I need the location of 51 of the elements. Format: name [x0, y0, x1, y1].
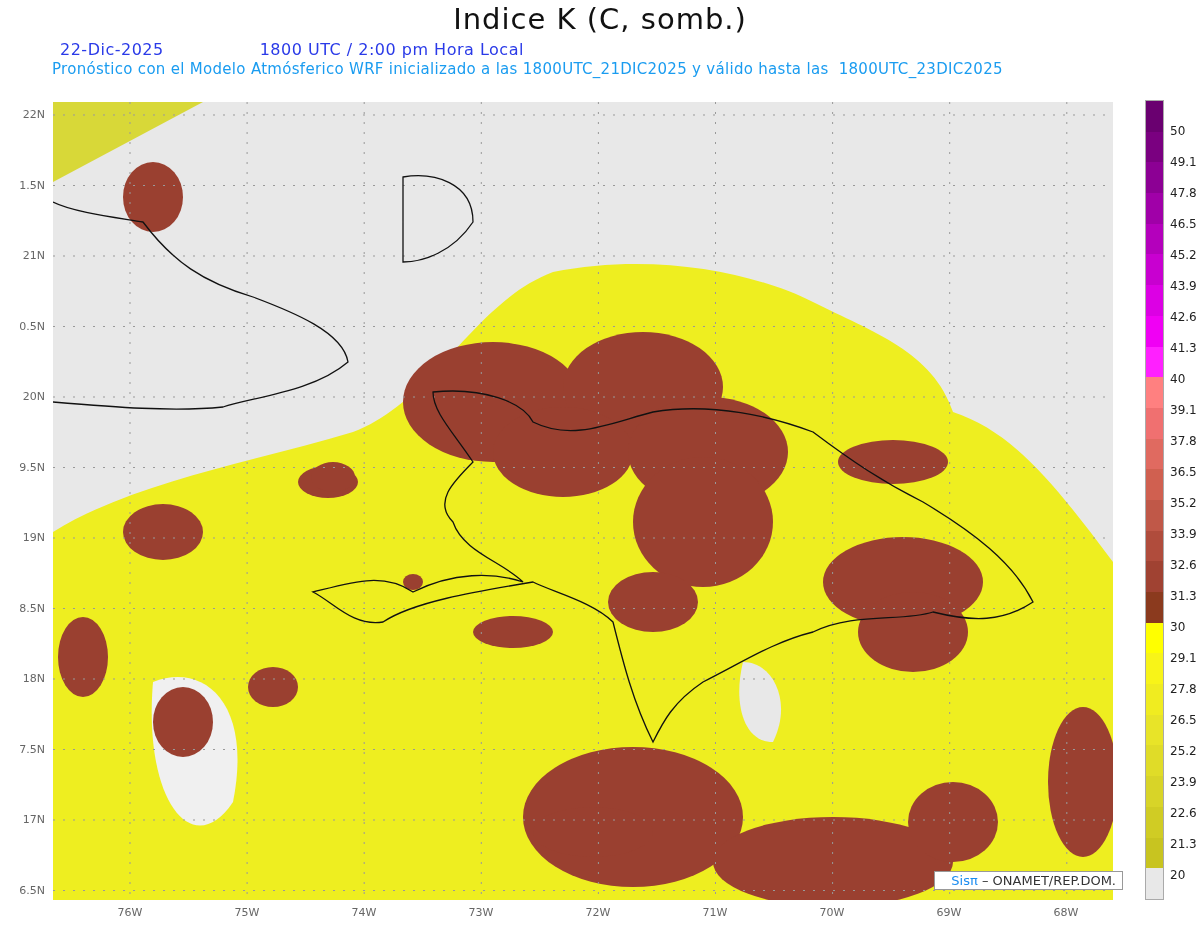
latitude-label: 9.5N — [18, 459, 46, 476]
scale-label: 45.2 — [1170, 247, 1197, 264]
longitude-label: 71W — [701, 906, 729, 919]
scale-label: 22.6 — [1170, 805, 1197, 822]
scale-label: 31.3 — [1170, 588, 1197, 605]
credit-label: Sisπ – ONAMET/REP.DOM. — [934, 871, 1123, 890]
scale-label: 35.2 — [1170, 495, 1197, 512]
latitude-label: 1.5N — [18, 177, 46, 194]
chart-title: Indice K (C, somb.) — [452, 1, 748, 38]
scale-label: 37.8 — [1170, 433, 1197, 450]
latitude-label: 7.5N — [18, 741, 46, 758]
scale-label: 36.5 — [1170, 464, 1197, 481]
scale-label: 23.9 — [1170, 774, 1197, 791]
scale-label: 42.6 — [1170, 309, 1197, 326]
scale-label: 32.6 — [1170, 557, 1197, 574]
scale-label: 43.9 — [1170, 278, 1197, 295]
longitude-label: 75W — [233, 906, 261, 919]
scale-label: 29.1 — [1170, 650, 1197, 667]
scale-label: 41.3 — [1170, 340, 1197, 357]
scale-label: 39.1 — [1170, 402, 1197, 419]
scale-label: 21.3 — [1170, 836, 1197, 853]
scale-label: 50 — [1170, 123, 1187, 140]
latitude-label: 6.5N — [18, 882, 46, 899]
chart-subtitle: Pronóstico con el Modelo Atmósferico WRF inicializado a las 1800UTC_21DIC2025 y válido hasta las 1800UTC_23DIC2025 — [51, 60, 1004, 80]
scale-label: 33.9 — [1170, 526, 1197, 543]
scale-label: 26.5 — [1170, 712, 1197, 729]
latitude-label: 21N — [21, 248, 46, 264]
scale-label: 25.2 — [1170, 743, 1197, 760]
longitude-label: 69W — [935, 906, 963, 919]
latitude-label: 18N — [21, 671, 46, 687]
forecast-time: 1800 UTC / 2:00 pm Hora Local — [259, 40, 524, 60]
scale-label: 27.8 — [1170, 681, 1197, 698]
longitude-label: 73W — [467, 906, 495, 919]
latitude-label: 20N — [21, 389, 46, 405]
scale-label: 49.1 — [1170, 154, 1197, 171]
longitude-label: 72W — [584, 906, 612, 919]
scale-label: 20 — [1170, 867, 1187, 884]
longitude-label: 74W — [350, 906, 378, 919]
longitude-label: 76W — [116, 906, 144, 919]
latitude-label: 19N — [21, 530, 46, 546]
scale-label: 46.5 — [1170, 216, 1197, 233]
latitude-label: 0.5N — [18, 318, 46, 335]
scale-label: 40 — [1170, 371, 1187, 388]
scale-label: 30 — [1170, 619, 1187, 636]
scale-label: 47.8 — [1170, 185, 1197, 202]
latitude-label: 22N — [21, 107, 46, 123]
longitude-label: 70W — [818, 906, 846, 919]
longitude-label: 68W — [1052, 906, 1080, 919]
latitude-label: 8.5N — [18, 600, 46, 617]
forecast-date: 22-Dic-2025 — [60, 40, 164, 60]
latitude-label: 17N — [21, 812, 46, 828]
